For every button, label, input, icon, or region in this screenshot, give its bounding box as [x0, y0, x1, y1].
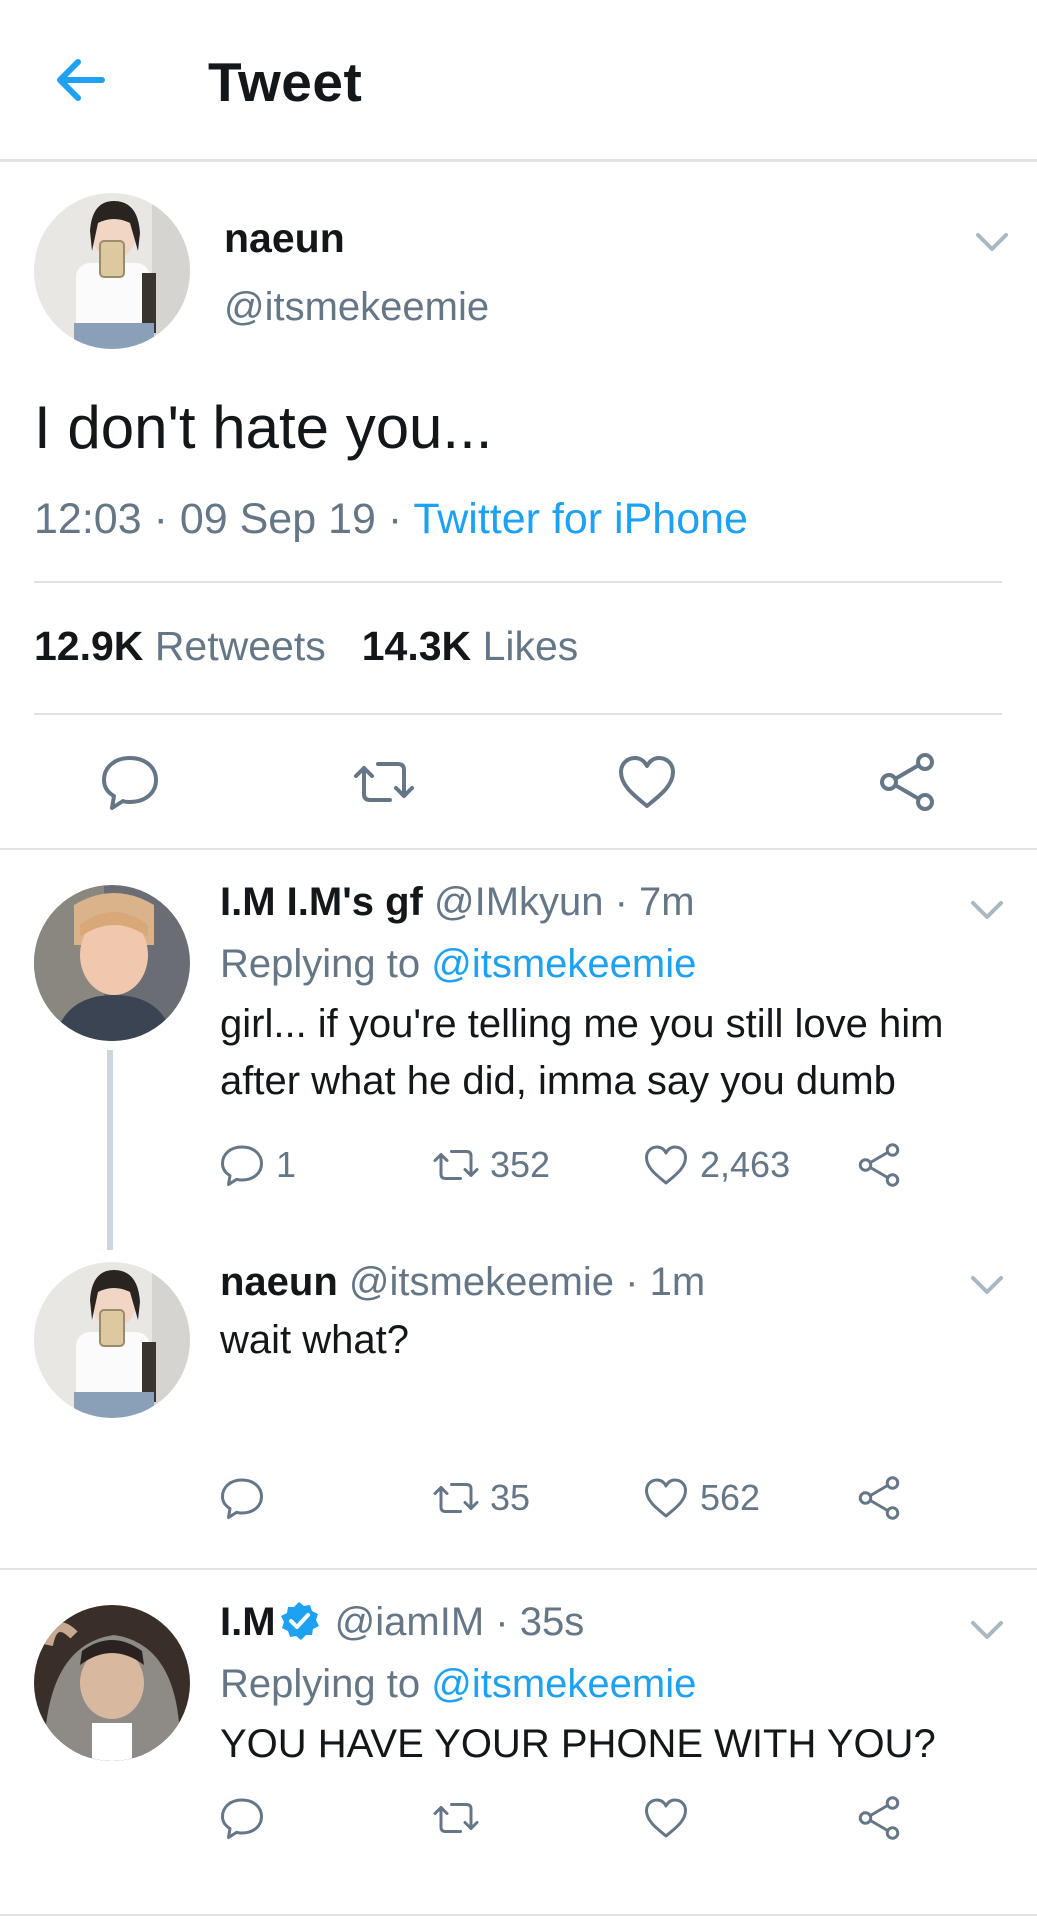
retweet-icon	[433, 1483, 479, 1513]
reply-tweet[interactable]: I.M I.M's gf @IMkyun · 7m Replying to @i…	[0, 850, 1037, 1250]
reply-header: I.M @iamIM · 35s	[220, 1600, 584, 1645]
verified-icon	[280, 1602, 319, 1640]
author-name[interactable]: naeun	[224, 215, 345, 262]
retweet-button[interactable]: 35	[432, 1473, 530, 1523]
divider	[34, 713, 1002, 715]
author-handle[interactable]: @itsmekeemie	[349, 1260, 614, 1304]
reply-text: girl... if you're telling me you still l…	[220, 1002, 944, 1103]
reply-count: 1	[276, 1144, 297, 1185]
tweet-source-link[interactable]: Twitter for iPhone	[413, 495, 748, 543]
share-icon	[858, 1143, 900, 1187]
tweet-stats: 12.9K Retweets 14.3K Likes	[34, 623, 578, 670]
retweet-icon[interactable]	[352, 750, 416, 814]
like-icon	[645, 1478, 687, 1518]
replying-to-link[interactable]: @itsmekeemie	[431, 942, 696, 986]
reply-button[interactable]	[218, 1793, 276, 1843]
avatar[interactable]	[34, 1605, 190, 1761]
replying-to-link[interactable]: @itsmekeemie	[431, 1662, 696, 1706]
reply-tweet[interactable]: I.M @iamIM · 35s Replying to @itsmekeemi…	[0, 1570, 1037, 1920]
likes-count: 14.3K	[361, 623, 472, 669]
tweet-age: · 1m	[625, 1260, 706, 1304]
retweet-icon	[433, 1803, 479, 1833]
reply-icon	[221, 1798, 263, 1839]
reply-header: naeun @itsmekeemie · 1m	[220, 1260, 705, 1305]
share-button[interactable]	[855, 1473, 913, 1523]
tweet-text: I don't hate you...	[34, 394, 493, 461]
retweets-label: Retweets	[154, 623, 326, 669]
reply-button[interactable]	[218, 1473, 276, 1523]
back-arrow-icon[interactable]	[50, 50, 110, 110]
like-count: 562	[700, 1477, 761, 1518]
main-tweet: naeun @itsmekeemie I don't hate you... 1…	[0, 165, 1037, 850]
reply-text: YOU HAVE YOUR PHONE WITH YOU?	[220, 1722, 936, 1766]
author-handle[interactable]: @IMkyun	[434, 880, 604, 924]
replying-label: Replying to	[220, 942, 421, 986]
retweets-stat[interactable]: 12.9K Retweets	[34, 623, 326, 669]
tweet-age: · 35s	[495, 1600, 585, 1644]
chevron-down-icon[interactable]	[967, 1270, 1007, 1300]
tweet-time: 12:03	[34, 495, 142, 543]
separator: ·	[153, 495, 168, 543]
avatar[interactable]	[34, 193, 190, 349]
tweet-age: · 7m	[614, 880, 695, 924]
reply-icon	[221, 1145, 263, 1186]
like-count: 2,463	[700, 1144, 791, 1185]
likes-stat[interactable]: 14.3K Likes	[362, 623, 579, 669]
like-button[interactable]: 562	[642, 1473, 760, 1523]
reply-tweet[interactable]: naeun @itsmekeemie · 1m wait what? 35 56…	[0, 1250, 1037, 1568]
separator: ·	[387, 495, 403, 543]
replying-to: Replying to @itsmekeemie	[220, 942, 696, 987]
reply-text: wait what?	[220, 1318, 409, 1362]
chevron-down-icon[interactable]	[967, 1615, 1007, 1645]
like-button[interactable]	[642, 1793, 700, 1843]
divider	[34, 581, 1002, 583]
retweet-button[interactable]	[432, 1793, 490, 1843]
share-icon	[858, 1476, 900, 1520]
reply-icon	[221, 1478, 263, 1519]
share-icon	[858, 1796, 900, 1840]
author-name[interactable]: naeun	[220, 1260, 338, 1304]
replying-to: Replying to @itsmekeemie	[220, 1662, 696, 1707]
avatar[interactable]	[34, 1262, 190, 1418]
retweet-count: 352	[490, 1144, 551, 1185]
retweet-button[interactable]: 352	[432, 1140, 550, 1190]
divider	[0, 1914, 1037, 1916]
retweets-count: 12.9K	[34, 623, 144, 669]
chevron-down-icon[interactable]	[972, 227, 1012, 257]
tweet-meta: 12:03 · 09 Sep 19 · Twitter for iPhone	[34, 495, 748, 544]
avatar[interactable]	[34, 885, 190, 1041]
share-button[interactable]	[855, 1793, 913, 1843]
top-bar: Tweet	[0, 0, 1037, 162]
like-button[interactable]: 2,463	[642, 1140, 790, 1190]
like-icon[interactable]	[615, 750, 679, 814]
like-icon	[645, 1798, 687, 1838]
share-button[interactable]	[855, 1140, 913, 1190]
tweet-date: 09 Sep 19	[179, 495, 376, 543]
author-handle[interactable]: @itsmekeemie	[224, 285, 489, 330]
page-title: Tweet	[208, 51, 363, 113]
chevron-down-icon[interactable]	[967, 895, 1007, 925]
reply-header: I.M I.M's gf @IMkyun · 7m	[220, 880, 695, 925]
retweet-count: 35	[490, 1477, 531, 1518]
reply-button[interactable]: 1	[218, 1140, 296, 1190]
like-icon	[645, 1145, 687, 1185]
replying-label: Replying to	[220, 1662, 421, 1706]
author-handle[interactable]: @iamIM	[335, 1600, 485, 1644]
reply-icon[interactable]	[98, 750, 162, 814]
retweet-icon	[433, 1150, 479, 1180]
author-name[interactable]: I.M	[220, 1600, 276, 1644]
likes-label: Likes	[482, 623, 579, 669]
author-name[interactable]: I.M I.M's gf	[220, 880, 423, 924]
share-icon[interactable]	[875, 750, 939, 814]
